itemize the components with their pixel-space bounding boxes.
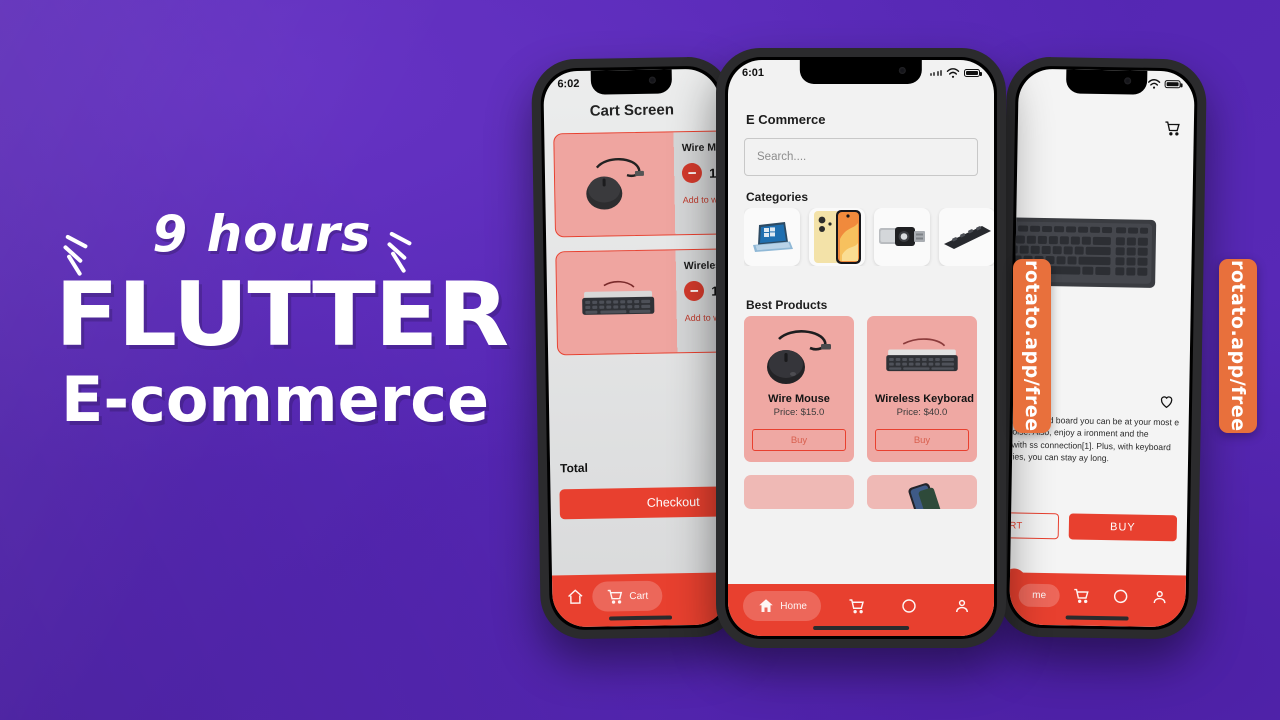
status-time: 6:02 <box>557 77 580 91</box>
nav-label-home: Home <box>780 600 807 612</box>
nav-item-cart[interactable]: Cart <box>592 580 663 612</box>
checkout-button[interactable]: Checkout <box>559 485 729 520</box>
nav-label-cart: Cart <box>629 590 649 602</box>
course-subtitle: E-commerce <box>61 362 490 436</box>
category-item-keyboard[interactable] <box>939 208 994 266</box>
decrease-quantity-button[interactable]: − <box>682 162 703 184</box>
detail-action-buttons: D CART BUY <box>1009 511 1178 542</box>
products-grid: Wire Mouse Price: $15.0 Buy Wireless Key… <box>744 316 978 509</box>
category-item-usb[interactable] <box>874 208 930 266</box>
cart-icon[interactable] <box>1164 119 1182 137</box>
front-camera-icon <box>1124 77 1132 85</box>
buy-button[interactable]: BUY <box>1068 513 1178 542</box>
cart-icon <box>1074 588 1090 604</box>
status-time: 6:01 <box>742 67 765 79</box>
nav-item-favorites[interactable] <box>892 591 926 621</box>
heart-icon[interactable] <box>1158 393 1175 410</box>
product-card[interactable]: Wireless Keyborad Price: $40.0 Buy <box>867 316 977 462</box>
notch <box>1065 69 1148 95</box>
circle-icon <box>1114 589 1128 604</box>
battery-icon <box>1164 80 1181 89</box>
category-item-laptop[interactable] <box>744 208 800 266</box>
nav-item-cart[interactable] <box>840 591 874 621</box>
mouse-image <box>554 132 675 236</box>
home-icon <box>568 589 583 604</box>
best-products-heading: Best Products <box>746 298 828 312</box>
usb-drive-image <box>879 227 925 246</box>
phone-center-home-screen: 6:01 E Commerce Search.... Categories Be… <box>716 48 1006 648</box>
promo-text-block: 9 hours FLUTTER E-commerce <box>55 205 525 431</box>
course-title: FLUTTER <box>55 263 509 366</box>
notch <box>590 69 673 95</box>
phone-image <box>814 210 861 264</box>
notch <box>799 60 923 84</box>
product-card[interactable] <box>744 475 854 509</box>
category-item-phone[interactable] <box>809 208 865 266</box>
categories-row[interactable] <box>744 208 994 266</box>
cart-item-row[interactable]: Wire Mouse − 1 + Add to wishlist <box>553 129 729 238</box>
product-price: Price: $40.0 <box>896 407 948 418</box>
laptop-image <box>753 222 793 252</box>
person-icon <box>955 599 968 613</box>
sparkle-left-icon <box>62 223 111 277</box>
signal-icon <box>929 70 942 76</box>
product-card[interactable]: Wire Mouse Price: $15.0 Buy <box>744 316 854 462</box>
nav-item-home[interactable]: Home <box>743 591 821 621</box>
battery-icon <box>964 69 982 77</box>
page-title: Cart Screen <box>589 101 675 120</box>
rotato-watermark-badge[interactable]: rotato.app/free <box>1219 259 1257 433</box>
course-duration: 9 hours <box>152 205 372 263</box>
sparkle-right-icon <box>385 220 431 274</box>
phone-image <box>867 475 977 509</box>
nav-item-home[interactable]: me <box>1017 583 1061 607</box>
product-name: Wireless Keyborad <box>875 393 974 405</box>
nav-item-cart[interactable] <box>1065 580 1100 611</box>
mouse-image <box>752 326 846 388</box>
nav-item-profile[interactable] <box>1143 582 1178 613</box>
keyboard-image <box>944 226 991 249</box>
add-to-cart-button[interactable]: D CART <box>1009 511 1060 540</box>
buy-button[interactable]: Buy <box>875 429 969 451</box>
wifi-icon <box>1148 78 1161 89</box>
cart-icon <box>849 599 864 614</box>
circle-icon <box>902 599 916 613</box>
nav-item-profile[interactable] <box>945 591 979 621</box>
app-title: E Commerce <box>746 112 826 127</box>
rotato-watermark-badge[interactable]: rotato.app/free <box>1013 259 1051 433</box>
keyboard-image <box>875 326 969 388</box>
cart-items-list: Wire Mouse − 1 + Add to wishlist <box>553 129 729 369</box>
search-input[interactable]: Search.... <box>744 138 978 176</box>
nav-item-favorites[interactable] <box>1104 581 1139 612</box>
product-price: Price: $15.0 <box>773 407 825 418</box>
cart-item-row[interactable]: Wireless Keyb − 1 + Add to wishlist <box>555 247 729 356</box>
product-card[interactable] <box>867 475 977 509</box>
buy-button[interactable]: Buy <box>752 429 846 451</box>
nav-item-home[interactable] <box>558 582 593 613</box>
front-camera-icon <box>899 67 907 74</box>
cart-icon <box>607 589 623 604</box>
product-image <box>744 475 854 509</box>
categories-heading: Categories <box>746 190 809 204</box>
product-name: Wire Mouse <box>768 393 830 405</box>
phone-left-cart-screen: 6:02 Cart Screen Wire − 1 Add to Wireles… <box>530 56 742 640</box>
keyboard-image <box>556 250 677 354</box>
total-label: Total <box>559 460 588 476</box>
decrease-quantity-button[interactable]: − <box>684 280 705 302</box>
wifi-icon <box>946 67 960 78</box>
nav-label-home: me <box>1032 589 1047 601</box>
person-icon <box>1154 590 1166 604</box>
home-icon <box>759 599 774 612</box>
front-camera-icon <box>648 76 656 84</box>
home-indicator <box>813 626 909 630</box>
